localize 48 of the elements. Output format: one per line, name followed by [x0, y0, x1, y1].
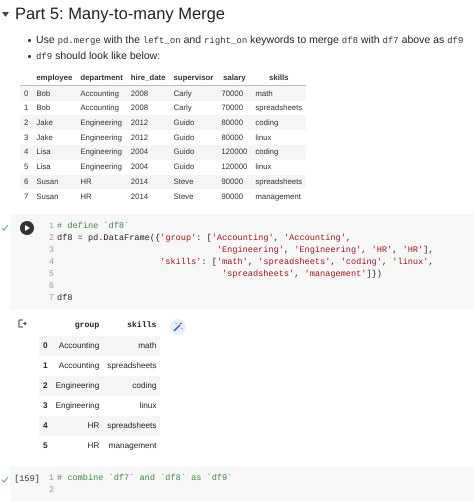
column-header: group: [74, 320, 100, 330]
code-line: 'skills': ['math', 'spreadsheets', 'coding', 'linux',: [159, 256, 434, 268]
table-cell: management: [108, 440, 156, 450]
table-cell: coding: [132, 380, 156, 390]
line-number: 1: [48, 220, 54, 232]
line-number: 2: [48, 484, 54, 496]
line-number: 4: [48, 256, 54, 268]
line-number: 6: [48, 280, 54, 292]
table-cell: Engineering: [56, 380, 100, 390]
bullet-icon: [28, 39, 31, 42]
line-number: 5: [48, 268, 54, 280]
line-number: 3: [48, 244, 54, 256]
line-number: 1: [48, 472, 54, 484]
code-line: 'Engineering', 'Engineering', 'HR', 'HR'],: [216, 244, 434, 256]
row-index: 5: [43, 440, 48, 450]
table-cell: Engineering: [56, 400, 100, 410]
row-index: 2: [43, 380, 48, 390]
table-cell: math: [138, 340, 156, 350]
line-number: 7: [48, 292, 54, 304]
row-index: 0: [43, 340, 48, 350]
table-cell: HR: [87, 420, 100, 430]
code-line: df8 = pd.DataFrame({'group': ['Accounting', 'Accounting',: [57, 232, 352, 244]
row-index: 3: [43, 400, 48, 410]
code-line: # combine `df7` and `df8` as `df9`: [57, 472, 232, 484]
code-line: df8: [57, 292, 72, 304]
table-cell: HR: [87, 440, 100, 450]
bullet-text: df9 should look like below:: [36, 48, 160, 64]
collapse-caret-icon[interactable]: [2, 12, 9, 17]
section-heading: Part 5: Many-to-many Merge: [15, 4, 225, 25]
execution-count: [159]: [14, 473, 40, 486]
bullet-icon: [28, 55, 31, 58]
line-number: 2: [48, 232, 54, 244]
output-icon[interactable]: [18, 319, 27, 328]
row-index: 4: [43, 420, 48, 430]
run-button[interactable]: [20, 221, 34, 236]
play-icon: [24, 225, 30, 232]
table-cell: spreadsheets: [107, 360, 156, 370]
table-cell: linux: [140, 400, 156, 410]
table-cell: Accounting: [58, 360, 100, 370]
code-line: # define `df8`: [57, 220, 130, 232]
column-header: skills: [126, 320, 156, 330]
magic-wand-icon: [173, 322, 184, 332]
code-line: 'spreadsheets', 'management']}): [221, 268, 382, 280]
table-cell: spreadsheets: [107, 420, 156, 430]
bullet-text: Use pd.merge with the left_on and right_on keywords to merge df8 with df7 above as df9: [36, 32, 464, 48]
row-index: 1: [43, 360, 48, 370]
magic-wand-button[interactable]: [170, 319, 186, 336]
table-cell: Accounting: [58, 340, 100, 350]
